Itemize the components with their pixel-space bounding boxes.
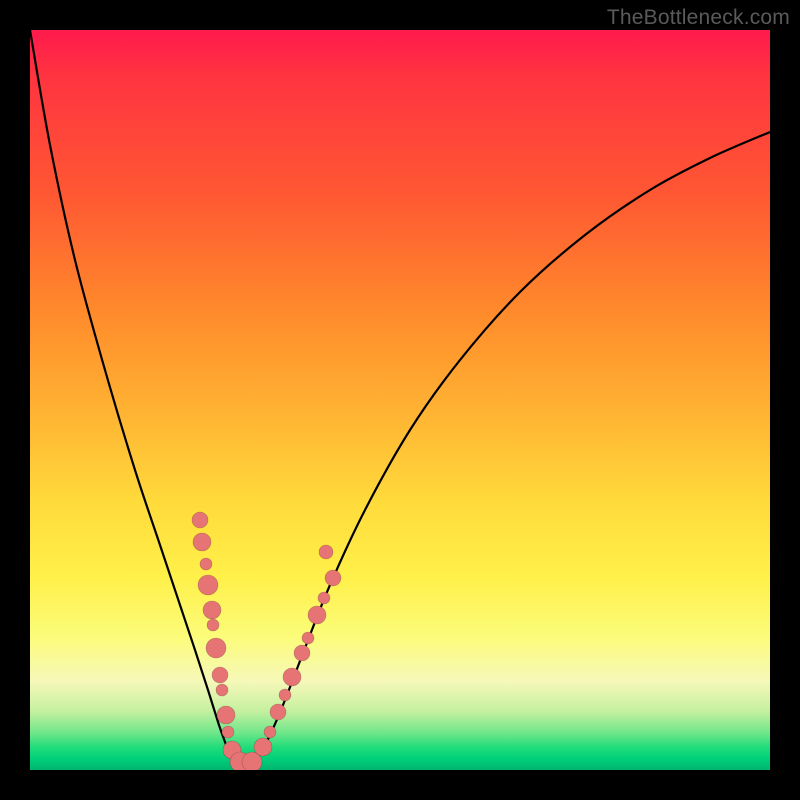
data-dot: [222, 726, 234, 738]
data-dot: [318, 592, 330, 604]
data-dot: [217, 706, 235, 724]
data-dot: [212, 667, 228, 683]
data-dot: [279, 689, 291, 701]
plot-area: [30, 30, 770, 770]
data-dot: [198, 575, 218, 595]
data-dot: [254, 738, 272, 756]
data-dot: [193, 533, 211, 551]
data-dot: [192, 512, 208, 528]
data-dot: [308, 606, 326, 624]
data-dot: [319, 545, 333, 559]
data-dot: [264, 726, 276, 738]
data-dot: [203, 601, 221, 619]
chart-frame: TheBottleneck.com: [0, 0, 800, 800]
bottleneck-curve: [30, 30, 770, 765]
data-dot: [325, 570, 341, 586]
curve-svg: [30, 30, 770, 770]
data-dot: [302, 632, 314, 644]
data-dot: [283, 668, 301, 686]
data-dot: [200, 558, 212, 570]
data-dot: [207, 619, 219, 631]
data-dot: [216, 684, 228, 696]
data-dot: [206, 638, 226, 658]
data-dot: [270, 704, 286, 720]
watermark-text: TheBottleneck.com: [607, 6, 790, 30]
data-dots-group: [192, 512, 341, 770]
data-dot: [294, 645, 310, 661]
